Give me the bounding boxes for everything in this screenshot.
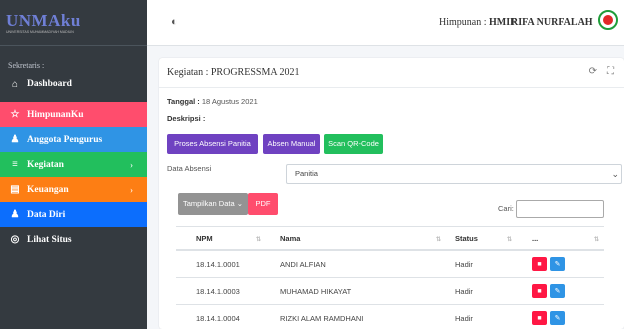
user-icon: ♟ bbox=[10, 209, 20, 220]
user-name[interactable]: RIFA NURFALAH bbox=[511, 17, 593, 28]
table-row: 18.14.1.0003 MUHAMAD HIKAYAT Hadir ■ ✎ bbox=[176, 278, 604, 305]
sort-icon: ⇅ bbox=[507, 237, 513, 243]
cell-nama: RIZKI ALAM RAMDHANI bbox=[280, 313, 364, 323]
tanggal-value: 18 Agustus 2021 bbox=[199, 97, 258, 106]
sidebar-item-anggota-pengurus[interactable]: ♟ Anggota Pengurus bbox=[0, 127, 147, 152]
sidebar-item-label: Lihat Situs bbox=[27, 234, 72, 245]
sidebar-item-himpunanku[interactable]: ☆ HimpunanKu bbox=[0, 102, 147, 127]
cell-actions: ■ ✎ bbox=[517, 305, 604, 329]
tanggal-label: Tanggal : bbox=[167, 97, 200, 106]
column-header-npm[interactable]: NPM bbox=[176, 227, 266, 249]
sidebar-item-label: HimpunanKu bbox=[27, 109, 84, 120]
cell-npm: 18.14.1.0004 bbox=[196, 313, 240, 323]
kegiatan-card: Kegiatan : PROGRESSMA 2021 ⟳ ⛶ Tanggal : … bbox=[159, 58, 624, 329]
wallet-icon: ▤ bbox=[10, 184, 20, 195]
sidebar: UNMAku UNIVERSITAS MUHAMMADIYAH MADIUN S… bbox=[0, 0, 147, 329]
logo-subtitle: UNIVERSITAS MUHAMMADIYAH MADIUN bbox=[6, 29, 74, 34]
cell-npm: 18.14.1.0001 bbox=[196, 259, 240, 269]
cell-actions: ■ ✎ bbox=[517, 251, 604, 277]
brand-logo[interactable]: UNMAku UNIVERSITAS MUHAMMADIYAH MADIUN bbox=[0, 0, 147, 46]
search-input[interactable] bbox=[516, 200, 604, 218]
scan-qr-button[interactable]: Scan QR-Code bbox=[324, 134, 383, 154]
data-absensi-label: Data Absensi bbox=[167, 164, 212, 173]
absen-manual-button[interactable]: Absen Manual bbox=[263, 134, 320, 154]
globe-icon: ◎ bbox=[10, 234, 20, 245]
sidebar-item-keuangan[interactable]: ▤ Keuangan › bbox=[0, 177, 147, 202]
cell-status: Hadir bbox=[455, 286, 473, 296]
sidebar-item-label: Keuangan bbox=[27, 184, 69, 195]
page-title: Kegiatan : PROGRESSMA 2021 bbox=[167, 67, 300, 78]
deskripsi-label: Deskripsi : bbox=[167, 114, 206, 123]
sidebar-item-label: Dashboard bbox=[27, 79, 72, 89]
trash-icon[interactable]: ■ bbox=[532, 257, 547, 271]
sidebar-item-kegiatan[interactable]: ≡ Kegiatan › bbox=[0, 152, 147, 177]
topbar: ◐ Himpunan : HMIF RIFA NURFALAH bbox=[147, 0, 624, 46]
sidebar-item-label: Anggota Pengurus bbox=[27, 134, 103, 145]
table-header: NPM Nama Status ... ⇅ ⇅ ⇅ ⇅ bbox=[176, 226, 604, 251]
toggle-sidebar-icon[interactable]: ◐ bbox=[171, 16, 178, 28]
sort-icon: ⇅ bbox=[436, 237, 442, 243]
sidebar-item-label: Data Diri bbox=[27, 209, 66, 220]
sidebar-item-lihat-situs[interactable]: ◎ Lihat Situs bbox=[0, 227, 147, 252]
home-icon: ⌂ bbox=[11, 78, 18, 90]
sidebar-section-label: Sekretaris : bbox=[8, 61, 45, 70]
logo-text: UNMAku bbox=[6, 10, 81, 30]
cell-npm: 18.14.1.0003 bbox=[196, 286, 240, 296]
data-absensi-select[interactable]: Panitia ⌄ bbox=[286, 164, 622, 184]
trash-icon[interactable]: ■ bbox=[532, 284, 547, 298]
avatar[interactable] bbox=[598, 10, 618, 30]
card-header: Kegiatan : PROGRESSMA 2021 ⟳ ⛶ bbox=[159, 58, 624, 88]
star-icon: ☆ bbox=[10, 109, 20, 120]
sidebar-item-dashboard[interactable]: ⌂ Dashboard bbox=[0, 73, 147, 95]
chevron-right-icon: › bbox=[130, 159, 133, 170]
table-row: 18.14.1.0001 ANDI ALFIAN Hadir ■ ✎ bbox=[176, 251, 604, 278]
card-tools: ⟳ ⛶ bbox=[579, 66, 614, 77]
tanggal-info: Tanggal : 18 Agustus 2021 bbox=[167, 97, 258, 106]
cell-actions: ■ ✎ bbox=[517, 278, 604, 304]
cell-status: Hadir bbox=[455, 259, 473, 269]
tampilkan-data-button[interactable]: Tampilkan Data ⌄ bbox=[178, 193, 248, 215]
expand-icon[interactable]: ⛶ bbox=[607, 66, 614, 77]
cell-nama: MUHAMAD HIKAYAT bbox=[280, 286, 352, 296]
chevron-down-icon: ⌄ bbox=[236, 199, 244, 208]
edit-icon[interactable]: ✎ bbox=[550, 284, 565, 298]
edit-icon[interactable]: ✎ bbox=[550, 257, 565, 271]
cell-nama: ANDI ALFIAN bbox=[280, 259, 326, 269]
pdf-button[interactable]: PDF bbox=[248, 193, 278, 215]
refresh-icon[interactable]: ⟳ bbox=[589, 66, 597, 77]
users-icon: ♟ bbox=[10, 134, 20, 145]
search-label: Cari: bbox=[498, 204, 514, 213]
proses-absensi-button[interactable]: Proses Absensi Panitia bbox=[167, 134, 258, 154]
himpunan-info: Himpunan : HMIF bbox=[439, 17, 516, 28]
sidebar-item-label: Kegiatan bbox=[27, 159, 64, 170]
chevron-right-icon: › bbox=[130, 184, 133, 195]
table-row: 18.14.1.0004 RIZKI ALAM RAMDHANI Hadir ■… bbox=[176, 305, 604, 329]
absensi-table: NPM Nama Status ... ⇅ ⇅ ⇅ ⇅ 18.14.1.0001… bbox=[176, 226, 604, 329]
edit-icon[interactable]: ✎ bbox=[550, 311, 565, 325]
chevron-down-icon: ⌄ bbox=[611, 169, 619, 179]
tampilkan-label: Tampilkan Data bbox=[182, 199, 235, 208]
column-header-actions[interactable]: ... bbox=[517, 227, 604, 249]
himpunan-label: Himpunan : bbox=[439, 17, 489, 28]
layers-icon: ≡ bbox=[12, 159, 18, 170]
trash-icon[interactable]: ■ bbox=[532, 311, 547, 325]
column-header-nama[interactable]: Nama bbox=[266, 227, 447, 249]
sort-icon: ⇅ bbox=[594, 237, 600, 243]
sort-icon: ⇅ bbox=[256, 237, 262, 243]
sidebar-item-data-diri[interactable]: ♟ Data Diri bbox=[0, 202, 147, 227]
cell-status: Hadir bbox=[455, 313, 473, 323]
select-value: Panitia bbox=[295, 169, 318, 178]
